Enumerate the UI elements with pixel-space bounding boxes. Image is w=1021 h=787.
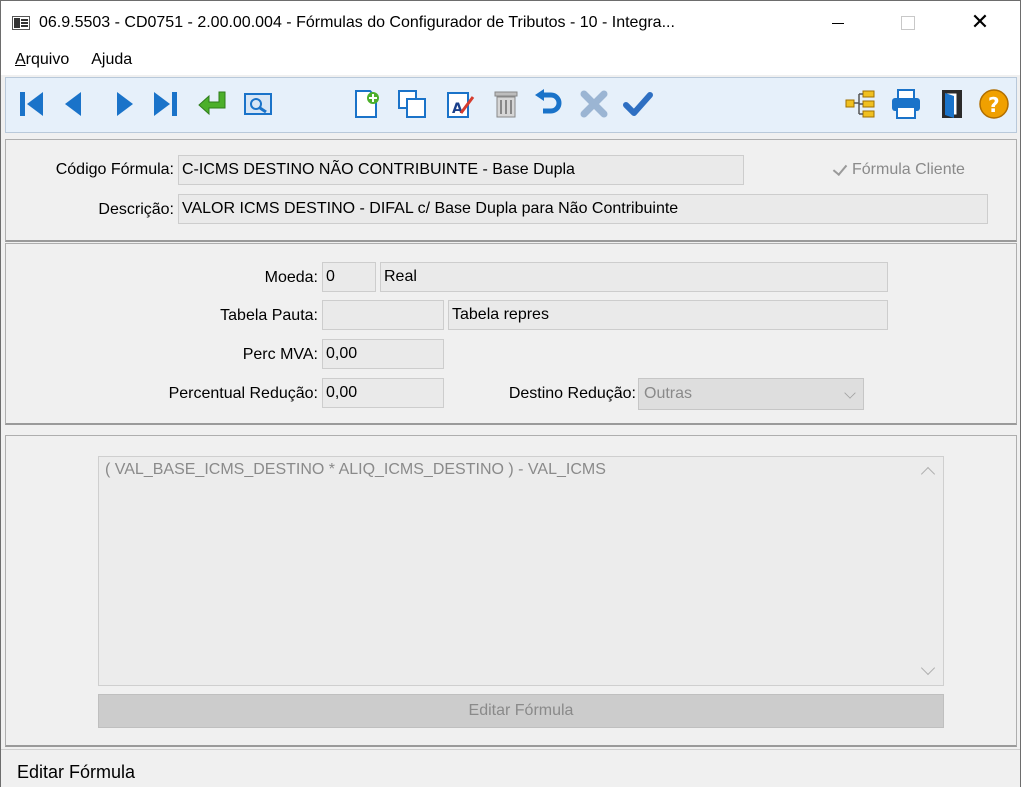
next-icon [117, 92, 133, 116]
checkbox-checked-icon [832, 162, 848, 178]
chevron-down-icon [844, 387, 856, 399]
first-icon [20, 92, 43, 116]
delete-icon [494, 91, 518, 118]
toolbar: A ? [5, 77, 1017, 133]
tree-button[interactable] [842, 86, 878, 122]
tabela-pauta-field[interactable] [322, 300, 444, 330]
tabela-pauta-label: Tabela Pauta: [220, 307, 318, 324]
search-button[interactable] [240, 86, 276, 122]
codigo-label: Código Fórmula: [55, 161, 174, 178]
destino-reducao-value: Outras [644, 385, 693, 402]
undo-icon [535, 89, 562, 114]
print-button[interactable] [888, 86, 924, 122]
maximize-button[interactable] [885, 1, 931, 45]
confirm-icon [623, 92, 653, 116]
moeda-code-field[interactable]: 0 [322, 262, 376, 292]
percentual-reducao-label: Percentual Redução: [168, 385, 318, 402]
descricao-field[interactable]: VALOR ICMS DESTINO - DIFAL c/ Base Dupla… [178, 194, 988, 224]
new-button[interactable] [348, 86, 384, 122]
moeda-label: Moeda: [264, 269, 318, 286]
percentual-reducao-field[interactable]: 0,00 [322, 378, 444, 408]
main-window: 06.9.5503 - CD0751 - 2.00.00.004 - Fórmu… [0, 0, 1021, 787]
new-icon [355, 90, 379, 118]
descricao-label: Descrição: [98, 201, 174, 218]
undo-button[interactable] [530, 86, 566, 122]
exit-icon [942, 90, 962, 118]
confirm-button[interactable] [620, 86, 656, 122]
enter-icon [198, 91, 226, 116]
status-text: Editar Fórmula [17, 762, 136, 782]
destino-reducao-select[interactable]: Outras [638, 378, 864, 410]
formula-cliente-label: Fórmula Cliente [852, 161, 965, 178]
edit-icon: A [447, 92, 475, 118]
minimize-button[interactable] [815, 1, 861, 45]
svg-text:A: A [452, 101, 463, 117]
tree-icon [845, 90, 875, 118]
maximize-icon [901, 16, 915, 30]
formula-cliente-checkbox[interactable]: Fórmula Cliente [832, 161, 965, 179]
params-panel: Moeda: 0 Real Tabela Pauta: Tabela repre… [5, 243, 1017, 425]
minimize-icon [832, 22, 844, 24]
help-button[interactable]: ? [976, 86, 1012, 122]
menu-bar: Arquivo Ajuda [1, 45, 1020, 75]
status-bar: Editar Fórmula [1, 749, 1020, 787]
perc-mva-field[interactable]: 0,00 [322, 339, 444, 369]
search-icon [244, 93, 272, 115]
app-icon [12, 16, 30, 30]
window-title: 06.9.5503 - CD0751 - 2.00.00.004 - Fórmu… [39, 14, 675, 31]
first-record-button[interactable] [14, 86, 50, 122]
close-icon: ✕ [970, 10, 990, 35]
svg-text:?: ? [988, 93, 1000, 117]
close-button[interactable]: ✕ [957, 1, 1003, 45]
help-icon: ? [979, 89, 1009, 119]
menu-arquivo[interactable]: Arquivo [15, 51, 69, 69]
moeda-name-field: Real [380, 262, 888, 292]
last-record-button[interactable] [148, 86, 184, 122]
cancel-button[interactable] [576, 86, 612, 122]
formula-text: ( VAL_BASE_ICMS_DESTINO * ALIQ_ICMS_DEST… [105, 461, 606, 478]
exit-button[interactable] [934, 86, 970, 122]
editar-formula-button[interactable]: Editar Fórmula [98, 694, 944, 728]
copy-icon [398, 90, 426, 118]
last-icon [154, 92, 177, 116]
copy-button[interactable] [394, 86, 430, 122]
title-bar: 06.9.5503 - CD0751 - 2.00.00.004 - Fórmu… [1, 1, 1020, 45]
tabela-name-field: Tabela repres [448, 300, 888, 330]
header-panel: Código Fórmula: C-ICMS DESTINO NÃO CONTR… [5, 139, 1017, 242]
print-icon [892, 89, 920, 119]
codigo-field[interactable]: C-ICMS DESTINO NÃO CONTRIBUINTE - Base D… [178, 155, 744, 185]
previous-record-button[interactable] [56, 86, 92, 122]
formula-panel: ( VAL_BASE_ICMS_DESTINO * ALIQ_ICMS_DEST… [5, 435, 1017, 747]
perc-mva-label: Perc MVA: [242, 346, 318, 363]
delete-button[interactable] [488, 86, 524, 122]
formula-textarea[interactable]: ( VAL_BASE_ICMS_DESTINO * ALIQ_ICMS_DEST… [98, 456, 944, 686]
destino-reducao-label: Destino Redução: [508, 385, 636, 402]
scroll-up-icon[interactable] [920, 466, 936, 482]
enter-button[interactable] [194, 86, 230, 122]
previous-icon [65, 92, 81, 116]
menu-ajuda[interactable]: Ajuda [91, 51, 132, 69]
cancel-icon [580, 90, 608, 118]
scroll-down-icon[interactable] [920, 660, 936, 676]
edit-button[interactable]: A [442, 86, 478, 122]
next-record-button[interactable] [106, 86, 142, 122]
